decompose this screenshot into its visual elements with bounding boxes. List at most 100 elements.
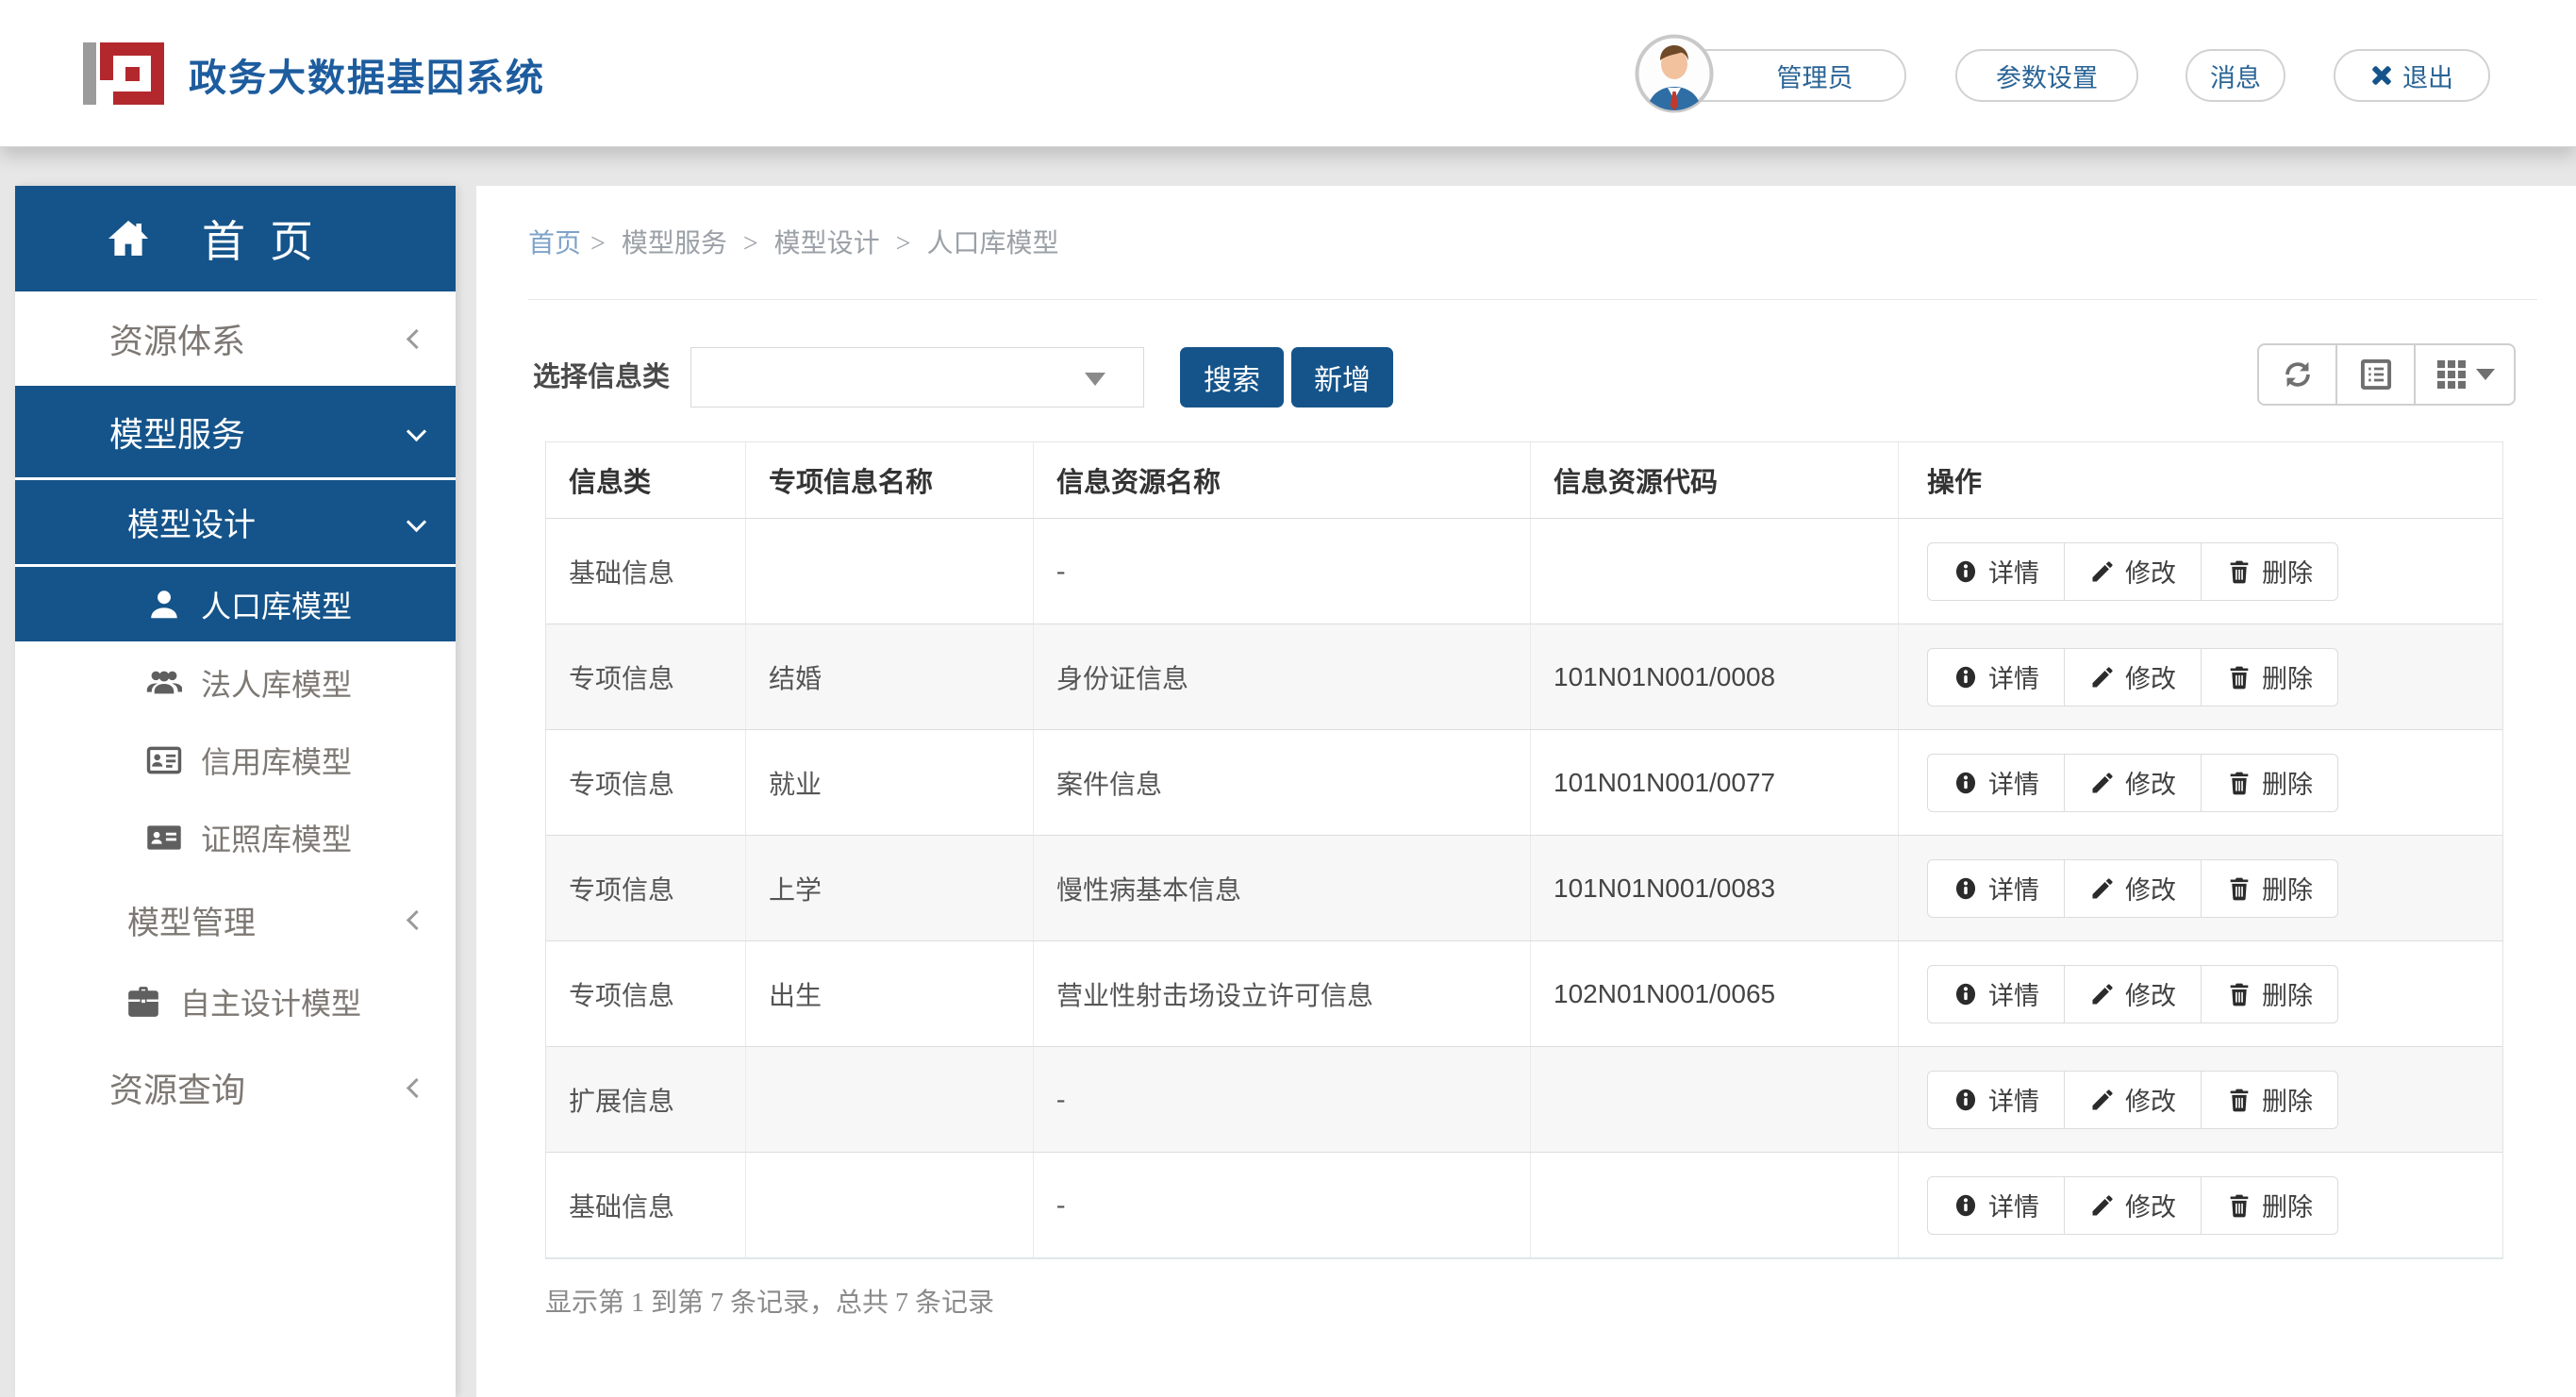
- cell-special-name: [746, 519, 1034, 624]
- breadcrumb-home-link[interactable]: 首页: [528, 229, 581, 258]
- trash-icon: [2226, 1192, 2252, 1219]
- detail-button[interactable]: 详情: [1927, 859, 2065, 918]
- sidebar-item-label: 模型服务: [109, 407, 245, 457]
- table-row: 专项信息 出生 营业性射击场设立许可信息 102N01N001/0065 详情 …: [546, 940, 2502, 1046]
- edit-button[interactable]: 修改: [2064, 965, 2202, 1023]
- chevron-left-icon: [407, 909, 426, 929]
- toggle-view-button[interactable]: [2335, 343, 2416, 406]
- add-button[interactable]: 新增: [1291, 347, 1393, 407]
- cell-resource-name: -: [1034, 1153, 1531, 1257]
- column-header: 信息类: [546, 442, 746, 518]
- cell-resource-code: 102N01N001/0065: [1531, 941, 1899, 1046]
- trash-icon: [2226, 558, 2252, 585]
- logout-button[interactable]: 退出: [2334, 49, 2490, 102]
- pencil-icon: [2089, 770, 2116, 796]
- pagination-summary: 显示第 1 到第 7 条记录，总共 7 条记录: [545, 1282, 994, 1320]
- id-card-icon: [146, 742, 182, 778]
- sidebar-item-model-design[interactable]: 模型设计: [15, 480, 456, 567]
- caret-down-icon: [2476, 369, 2495, 380]
- table-row: 基础信息 - 详情 修改 删除: [546, 518, 2502, 624]
- pencil-icon: [2089, 664, 2116, 690]
- edit-button[interactable]: 修改: [2064, 859, 2202, 918]
- edit-button[interactable]: 修改: [2064, 1176, 2202, 1235]
- cell-special-name: 就业: [746, 730, 1034, 835]
- delete-button[interactable]: 删除: [2201, 965, 2338, 1023]
- messages-button[interactable]: 消息: [2185, 49, 2285, 102]
- edit-button[interactable]: 修改: [2064, 1071, 2202, 1129]
- refresh-icon: [2281, 358, 2315, 391]
- cell-info-class: 专项信息: [546, 836, 746, 940]
- delete-button[interactable]: 删除: [2201, 859, 2338, 918]
- settings-button[interactable]: 参数设置: [1955, 49, 2138, 102]
- logout-label: 退出: [2402, 58, 2453, 94]
- cell-resource-code: 101N01N001/0077: [1531, 730, 1899, 835]
- cell-resource-code: 101N01N001/0083: [1531, 836, 1899, 940]
- info-icon: [1953, 664, 1979, 690]
- settings-label: 参数设置: [1996, 58, 2098, 94]
- app-header: 政务大数据基因系统 管理员 参数设置 消息 退出: [0, 0, 2576, 147]
- delete-button[interactable]: 删除: [2201, 754, 2338, 812]
- pencil-icon: [2089, 1192, 2116, 1219]
- caret-down-icon: [1085, 373, 1105, 386]
- sidebar-item-label: 证照库模型: [201, 816, 352, 859]
- breadcrumb: 首页> 模型服务 > 模型设计 > 人口库模型: [528, 224, 1068, 265]
- cell-resource-name: 营业性射击场设立许可信息: [1034, 941, 1531, 1046]
- table-row: 基础信息 - 详情 修改 删除: [546, 1152, 2502, 1257]
- edit-button[interactable]: 修改: [2064, 754, 2202, 812]
- sidebar-item-model-management[interactable]: 模型管理: [15, 876, 456, 963]
- breadcrumb-item: 人口库模型: [926, 229, 1058, 258]
- cell-info-class: 扩展信息: [546, 1047, 746, 1152]
- sidebar-item-home[interactable]: 首页: [15, 186, 456, 291]
- delete-button[interactable]: 删除: [2201, 1071, 2338, 1129]
- cell-resource-code: [1531, 519, 1899, 624]
- sidebar-item-label: 信用库模型: [201, 739, 352, 782]
- delete-button[interactable]: 删除: [2201, 1176, 2338, 1235]
- info-class-select[interactable]: [690, 347, 1144, 407]
- sidebar-item-resource-query[interactable]: 资源查询: [15, 1040, 456, 1135]
- logo-gray-bar-icon: [83, 42, 96, 105]
- sidebar-item-label: 资源体系: [109, 314, 245, 363]
- sidebar-item-model-services[interactable]: 模型服务: [15, 386, 456, 480]
- column-header: 操作: [1899, 442, 2502, 518]
- trash-icon: [2226, 770, 2252, 796]
- cell-resource-name: -: [1034, 1047, 1531, 1152]
- detail-button[interactable]: 详情: [1927, 648, 2065, 707]
- chevron-left-icon: [407, 1077, 426, 1097]
- sidebar-item-certificate-model[interactable]: 证照库模型: [15, 799, 456, 876]
- search-button[interactable]: 搜索: [1180, 347, 1284, 407]
- detail-button[interactable]: 详情: [1927, 1071, 2065, 1129]
- detail-button[interactable]: 详情: [1927, 542, 2065, 601]
- logo-red-mark-icon: [100, 42, 164, 105]
- detail-button[interactable]: 详情: [1927, 1176, 2065, 1235]
- cell-special-name: [746, 1047, 1034, 1152]
- info-icon: [1953, 875, 1979, 902]
- column-header: 信息资源代码: [1531, 442, 1899, 518]
- refresh-button[interactable]: [2257, 343, 2337, 406]
- info-icon: [1953, 558, 1979, 585]
- cell-special-name: [746, 1153, 1034, 1257]
- edit-button[interactable]: 修改: [2064, 542, 2202, 601]
- delete-button[interactable]: 删除: [2201, 648, 2338, 707]
- sidebar-item-self-design-model[interactable]: 自主设计模型: [15, 963, 456, 1040]
- cell-resource-code: 101N01N001/0008: [1531, 624, 1899, 729]
- user-avatar[interactable]: [1635, 34, 1714, 113]
- table-header-row: 信息类 专项信息名称 信息资源名称 信息资源代码 操作: [546, 442, 2502, 518]
- breadcrumb-item: 模型服务: [622, 229, 727, 258]
- pencil-icon: [2089, 558, 2116, 585]
- grid-columns-icon: [2435, 358, 2468, 391]
- sidebar-item-resource-system[interactable]: 资源体系: [15, 291, 456, 386]
- column-header: 信息资源名称: [1034, 442, 1531, 518]
- edit-button[interactable]: 修改: [2064, 648, 2202, 707]
- columns-button[interactable]: [2414, 343, 2516, 406]
- sidebar-item-population-model[interactable]: 人口库模型: [15, 567, 456, 644]
- cell-resource-name: 慢性病基本信息: [1034, 836, 1531, 940]
- delete-button[interactable]: 删除: [2201, 542, 2338, 601]
- sidebar-item-credit-model[interactable]: 信用库模型: [15, 722, 456, 799]
- breadcrumb-item: 模型设计: [774, 229, 880, 258]
- detail-button[interactable]: 详情: [1927, 965, 2065, 1023]
- cell-resource-code: [1531, 1047, 1899, 1152]
- detail-button[interactable]: 详情: [1927, 754, 2065, 812]
- sidebar-item-legal-entity-model[interactable]: 法人库模型: [15, 644, 456, 722]
- app-title: 政务大数据基因系统: [189, 47, 545, 102]
- info-icon: [1953, 1087, 1979, 1113]
